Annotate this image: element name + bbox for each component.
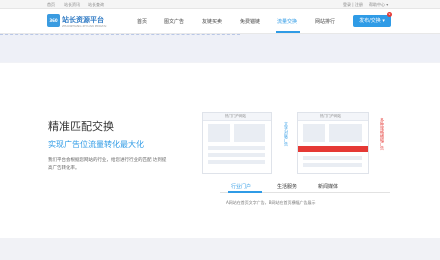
text-ad-label: 文字对联广告	[284, 122, 289, 146]
help-center-link[interactable]: 帮助中心 ▾	[369, 2, 388, 8]
mockup-block	[303, 163, 362, 167]
logo-subtitle: ZHANZHANG ZIYUAN PINGTAI	[62, 24, 107, 28]
footer-band	[0, 238, 440, 260]
tab-life-services[interactable]: 生活服务	[277, 183, 297, 190]
nav-image-ads[interactable]: 图文广告	[164, 18, 184, 25]
top-link-news[interactable]: 站长资讯	[64, 2, 80, 8]
mockup-block	[208, 153, 265, 157]
mockup-block	[303, 156, 362, 160]
nav-traffic-exchange[interactable]: 流量交换	[277, 18, 297, 25]
section-description: 我们平台会根据您网站的行业，给您进行行业的匹配 达到提高广告转化率。	[48, 158, 167, 171]
section-title: 精准匹配交换	[48, 120, 114, 133]
section-subtitle: 实现广告位流量转化最大化	[48, 140, 144, 149]
right-site-mockup: 热门门户网站	[297, 112, 369, 174]
logo-icon[interactable]: 360	[47, 14, 60, 27]
dashed-divider	[0, 34, 240, 36]
mockup-block	[234, 124, 265, 142]
notification-badge: 9	[387, 12, 392, 17]
mockup-title: 热门门户网站	[225, 114, 246, 118]
banner-ad-highlight	[298, 146, 368, 152]
mockup-title: 热门门户网站	[320, 114, 341, 118]
login-register-link[interactable]: 登录 | 注册	[343, 2, 363, 8]
left-site-mockup: 热门门户网站	[202, 112, 272, 174]
tab-news-media[interactable]: 新闻媒体	[318, 183, 338, 190]
nav-active-indicator	[276, 31, 300, 33]
top-utility-bar: 首页 站长资讯 站长查询 登录 | 注册 帮助中心 ▾	[0, 0, 440, 9]
top-link-home[interactable]: 首页	[47, 2, 55, 8]
mockup-block	[329, 124, 362, 142]
top-link-query[interactable]: 站长查询	[88, 2, 104, 8]
nav-home[interactable]: 首页	[137, 18, 147, 25]
mockup-block	[208, 146, 265, 150]
tab-description: A网站在首页文字广告，B网站在首页横幅广告展示	[226, 200, 316, 205]
mockup-block	[303, 124, 325, 142]
mockup-block	[208, 160, 265, 164]
banner-strip	[0, 34, 440, 62]
publish-exchange-button[interactable]: 发布/交换 ▾	[353, 15, 391, 27]
tab-active-indicator	[228, 191, 262, 193]
tab-industry-portal[interactable]: 行业门户	[231, 183, 251, 190]
mockup-block	[208, 124, 230, 142]
site-header: 360 站长资源平台 ZHANZHANG ZIYUAN PINGTAI 首页 图…	[0, 9, 440, 34]
nav-site-ranking[interactable]: 网站排行	[315, 18, 335, 25]
banner-ad-label: 多种规格横幅广告	[380, 118, 385, 150]
nav-link-trade[interactable]: 友链买卖	[202, 18, 222, 25]
nav-free-anchor[interactable]: 免费锚链	[240, 18, 260, 25]
